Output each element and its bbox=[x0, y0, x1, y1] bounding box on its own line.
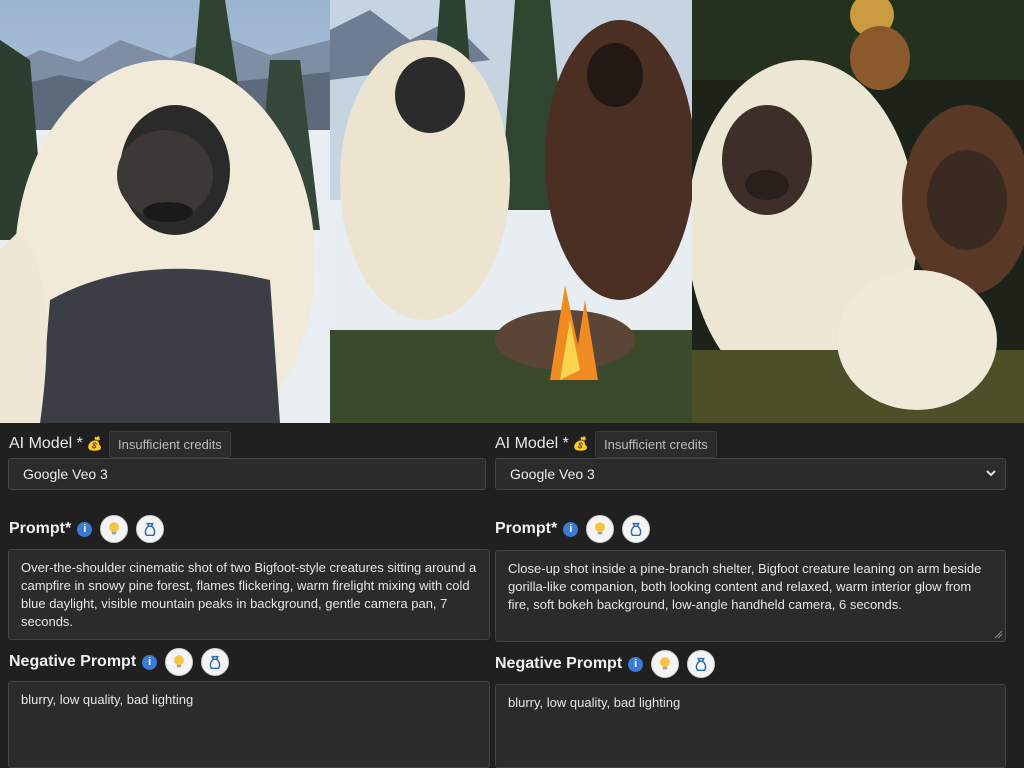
app-root: AI Model * 💰 Insufficient credits Google… bbox=[0, 0, 1024, 768]
image-campfire[interactable] bbox=[330, 0, 692, 423]
lightbulb-icon bbox=[109, 522, 120, 535]
image-shelter[interactable] bbox=[692, 0, 1024, 423]
ai-model-select[interactable]: Google Veo 3 bbox=[8, 458, 486, 490]
lightbulb-button[interactable] bbox=[651, 650, 680, 678]
ai-model-selected-value: Google Veo 3 bbox=[510, 466, 595, 482]
prompt-label: Prompt* bbox=[9, 520, 72, 537]
prompt-header: Prompt* i bbox=[495, 512, 651, 546]
moneybag-icon: 💰 bbox=[572, 436, 589, 451]
lightbulb-icon bbox=[595, 522, 606, 535]
image-yeti-selfie[interactable] bbox=[0, 0, 330, 423]
negative-prompt-header: Negative Prompt i bbox=[495, 647, 716, 681]
bag-icon bbox=[630, 522, 642, 537]
negative-prompt-label: Negative Prompt bbox=[9, 653, 137, 670]
negative-prompt-label: Negative Prompt bbox=[495, 655, 623, 672]
insufficient-credits-badge: Insufficient credits bbox=[109, 430, 231, 458]
moneybag-icon: 💰 bbox=[86, 436, 103, 451]
ai-model-select[interactable]: Google Veo 3 bbox=[495, 458, 1006, 490]
bag-icon bbox=[695, 657, 707, 672]
lightbulb-button[interactable] bbox=[100, 515, 129, 543]
prompt-label: Prompt* bbox=[495, 520, 558, 537]
negative-prompt-text: blurry, low quality, bad lighting bbox=[508, 695, 681, 710]
negative-prompt-header: Negative Prompt i bbox=[9, 645, 230, 679]
negative-prompt-textarea[interactable]: blurry, low quality, bad lighting bbox=[495, 684, 1006, 768]
info-icon[interactable]: i bbox=[563, 521, 579, 537]
info-icon[interactable]: i bbox=[142, 654, 158, 670]
bag-button[interactable] bbox=[201, 648, 230, 676]
left-form: AI Model * 💰 Insufficient credits Google… bbox=[0, 423, 490, 768]
ai-model-label: AI Model * bbox=[495, 435, 569, 452]
prompt-text: Close-up shot inside a pine-branch shelt… bbox=[508, 561, 982, 612]
ai-model-row: AI Model * 💰 Insufficient credits bbox=[495, 429, 717, 459]
bag-button[interactable] bbox=[622, 515, 651, 543]
lightbulb-icon bbox=[174, 655, 185, 668]
bag-button[interactable] bbox=[136, 515, 165, 543]
bag-icon bbox=[209, 655, 221, 670]
prompt-textarea[interactable]: Over-the-shoulder cinematic shot of two … bbox=[8, 549, 490, 640]
prompt-text: Over-the-shoulder cinematic shot of two … bbox=[21, 560, 477, 629]
right-form: AI Model * 💰 Insufficient credits Google… bbox=[490, 423, 1024, 768]
prompt-textarea[interactable]: Close-up shot inside a pine-branch shelt… bbox=[495, 550, 1006, 642]
generated-images-strip bbox=[0, 0, 1024, 423]
prompt-header: Prompt* i bbox=[9, 512, 165, 546]
ai-model-selected-value: Google Veo 3 bbox=[23, 466, 108, 482]
lightbulb-button[interactable] bbox=[586, 515, 615, 543]
info-icon[interactable]: i bbox=[77, 521, 93, 537]
lightbulb-icon bbox=[660, 657, 671, 670]
ai-model-row: AI Model * 💰 Insufficient credits bbox=[9, 429, 231, 459]
ai-model-label: AI Model * bbox=[9, 435, 83, 452]
insufficient-credits-badge: Insufficient credits bbox=[595, 430, 717, 458]
bag-icon bbox=[144, 522, 156, 537]
bag-button[interactable] bbox=[687, 650, 716, 678]
chevron-down-icon bbox=[986, 470, 996, 477]
negative-prompt-textarea[interactable]: blurry, low quality, bad lighting bbox=[8, 681, 490, 768]
lightbulb-button[interactable] bbox=[165, 648, 194, 676]
info-icon[interactable]: i bbox=[628, 656, 644, 672]
resize-handle-icon[interactable] bbox=[994, 630, 1003, 639]
negative-prompt-text: blurry, low quality, bad lighting bbox=[21, 692, 194, 707]
